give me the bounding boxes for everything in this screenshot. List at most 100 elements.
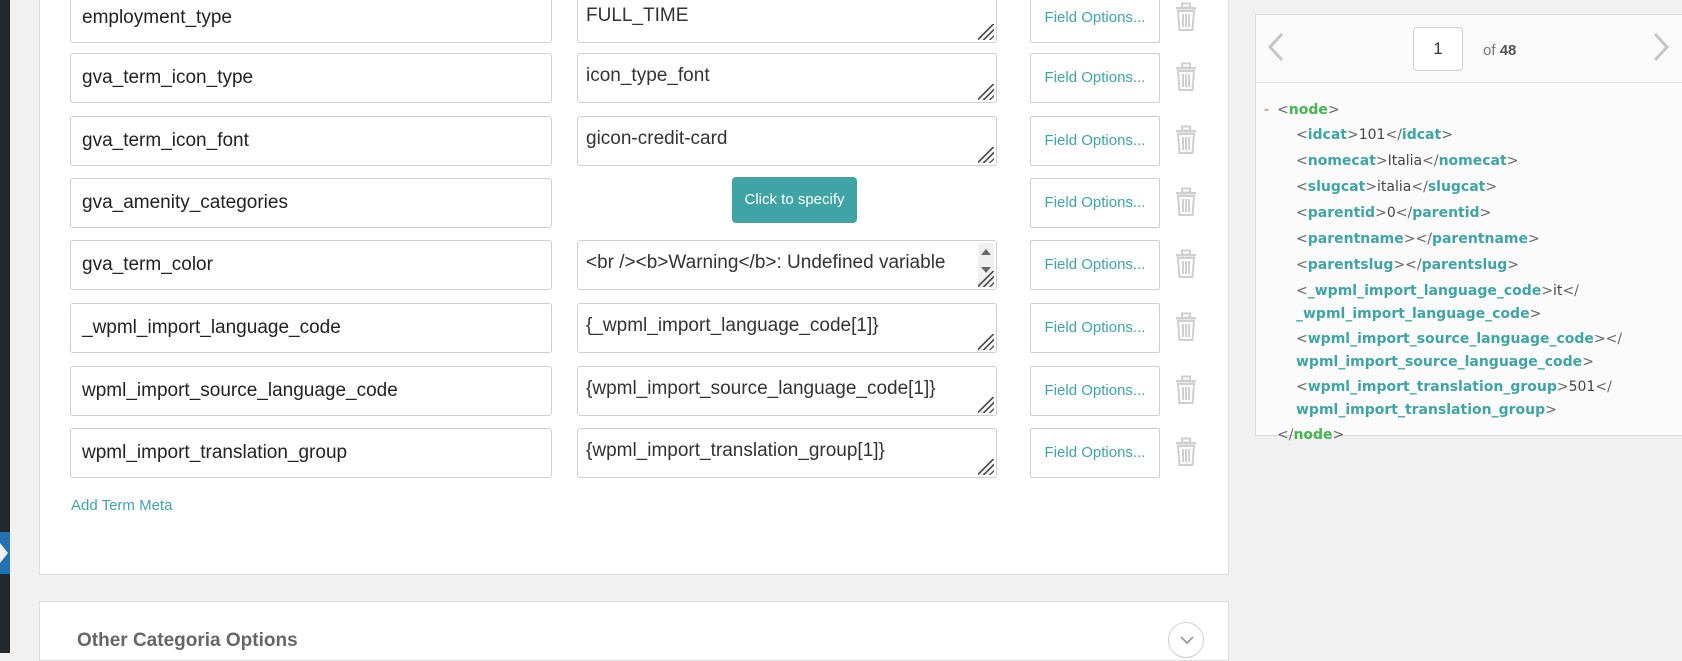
previous-record-icon[interactable]: [1266, 31, 1286, 63]
term-meta-row: gva_term_icon_font gicon-credit-card Field…: [70, 116, 1210, 166]
meta-value-textarea[interactable]: icon_type_font: [577, 53, 997, 103]
admin-menu-collapse-handle[interactable]: [0, 532, 10, 574]
trash-icon[interactable]: [1173, 249, 1199, 279]
xml-element-value: 101: [1358, 127, 1386, 143]
meta-key-input[interactable]: gva_term_icon_type: [70, 53, 552, 103]
xml-element-line-continued: wpml_import_translation_group>: [1296, 402, 1557, 418]
xml-tag-name: wpml_import_source_language_code: [1296, 354, 1583, 370]
xml-element-value: 0: [1386, 205, 1396, 221]
xml-tag-name: slugcat: [1427, 179, 1486, 195]
other-options-title: Other Categoria Options: [77, 630, 298, 651]
resize-handle-icon[interactable]: [978, 24, 994, 40]
xml-root-close: </node>: [1277, 427, 1345, 443]
meta-value-text: FULL_TIME: [586, 5, 689, 26]
field-options-button[interactable]: Field Options...: [1030, 178, 1160, 228]
resize-handle-icon[interactable]: [978, 84, 994, 100]
next-record-icon[interactable]: [1651, 31, 1671, 63]
meta-value-text: {_wpml_import_language_code[1]}: [586, 315, 879, 336]
trash-icon[interactable]: [1173, 62, 1199, 92]
add-term-meta-link[interactable]: Add Term Meta: [71, 497, 172, 514]
term-meta-row: gva_term_color <br /><b>Warning</b>: Unde…: [70, 240, 1210, 290]
xml-element-line: <parentslug></parentslug>: [1296, 257, 1519, 273]
click-to-specify-button[interactable]: Click to specify: [732, 177, 857, 223]
xml-element-line-continued: wpml_import_source_language_code>: [1296, 354, 1594, 370]
trash-icon[interactable]: [1173, 2, 1199, 32]
xml-element-value: Italia: [1387, 153, 1423, 169]
collapse-node-toggle[interactable]: -: [1264, 102, 1269, 118]
meta-key-input[interactable]: employment_type: [70, 0, 552, 43]
xml-element-line: <wpml_import_translation_group>501</: [1296, 379, 1612, 395]
meta-value-text: gicon-credit-card: [586, 128, 728, 149]
trash-icon[interactable]: [1173, 375, 1199, 405]
meta-value-textarea[interactable]: {wpml_import_source_language_code[1]}: [577, 366, 997, 416]
field-options-button[interactable]: Field Options...: [1030, 366, 1160, 416]
chevron-down-icon: [1180, 636, 1194, 645]
scroll-up-icon[interactable]: [981, 249, 991, 255]
field-options-button[interactable]: Field Options...: [1030, 303, 1160, 353]
xml-element-line: <parentname></parentname>: [1296, 231, 1540, 247]
xml-element-value: italia: [1377, 179, 1412, 195]
xml-tag-name: parentid: [1412, 205, 1480, 221]
resize-handle-icon[interactable]: [978, 397, 994, 413]
xml-tag-name: _wpml_import_language_code: [1307, 283, 1542, 299]
xml-element-value: 501: [1568, 379, 1596, 395]
term-meta-row: gva_amenity_categories Click to specify Fi…: [70, 177, 1210, 228]
meta-key-input[interactable]: wpml_import_source_language_code: [70, 366, 552, 416]
field-options-button[interactable]: Field Options...: [1030, 0, 1160, 43]
xml-element-line: <parentid>0</parentid>: [1296, 205, 1492, 221]
meta-key-input[interactable]: gva_term_icon_font: [70, 116, 552, 166]
xml-tag-name: parentname: [1307, 231, 1404, 247]
meta-key-input[interactable]: wpml_import_translation_group: [70, 428, 552, 478]
xml-pagination: 1 of 48: [1256, 15, 1682, 83]
meta-value-text: {wpml_import_translation_group[1]}: [586, 440, 885, 461]
field-options-button[interactable]: Field Options...: [1030, 428, 1160, 478]
xml-element-line: <idcat>101</idcat>: [1296, 127, 1453, 143]
xml-element-line: <slugcat>italia</slugcat>: [1296, 179, 1498, 195]
resize-handle-icon[interactable]: [978, 147, 994, 163]
field-options-button[interactable]: Field Options...: [1030, 116, 1160, 166]
trash-icon[interactable]: [1173, 437, 1199, 467]
meta-key-input[interactable]: gva_term_color: [70, 240, 552, 290]
xml-tag-name: slugcat: [1307, 179, 1366, 195]
term-meta-row: wpml_import_translation_group {wpml_impor…: [70, 428, 1210, 478]
trash-icon[interactable]: [1173, 125, 1199, 155]
trash-icon[interactable]: [1173, 312, 1199, 342]
meta-value-textarea[interactable]: FULL_TIME: [577, 0, 997, 43]
other-options-panel: Other Categoria Options: [39, 601, 1229, 661]
xml-tag-name: _wpml_import_language_code: [1296, 306, 1530, 322]
xml-tag-name: node: [1288, 102, 1328, 118]
resize-handle-icon[interactable]: [978, 459, 994, 475]
xml-tag-name: wpml_import_translation_group: [1296, 402, 1546, 418]
record-total-label: of 48: [1483, 42, 1517, 59]
meta-key-input[interactable]: gva_amenity_categories: [70, 178, 552, 228]
meta-value-textarea[interactable]: {wpml_import_translation_group[1]}: [577, 428, 997, 478]
xml-tag-name: idcat: [1307, 127, 1347, 143]
resize-handle-icon[interactable]: [978, 334, 994, 350]
xml-element-line-continued: _wpml_import_language_code>: [1296, 306, 1542, 322]
xml-root-open: <node>: [1277, 102, 1340, 118]
term-meta-row: gva_term_icon_type icon_type_font Field Op…: [70, 53, 1210, 103]
field-options-button[interactable]: Field Options...: [1030, 53, 1160, 103]
xml-tag-name: wpml_import_source_language_code: [1307, 331, 1594, 347]
xml-tag-name: nomecat: [1307, 153, 1376, 169]
xml-tag-name: wpml_import_translation_group: [1307, 379, 1557, 395]
term-meta-row: wpml_import_source_language_code {wpml_im…: [70, 366, 1210, 416]
trash-icon[interactable]: [1173, 187, 1199, 217]
term-meta-row: employment_type FULL_TIME Field Options...: [70, 0, 1210, 43]
xml-element-line: <_wpml_import_language_code>it</: [1296, 283, 1579, 299]
xml-element-line: <wpml_import_source_language_code></: [1296, 331, 1623, 347]
xml-tag-name: parentid: [1307, 205, 1376, 221]
meta-key-input[interactable]: _wpml_import_language_code: [70, 303, 552, 353]
meta-value-textarea[interactable]: {_wpml_import_language_code[1]}: [577, 303, 997, 353]
xml-tag-name: parentslug: [1421, 257, 1508, 273]
xml-preview-panel: 1 of 48 - <node> <idcat>101</idcat> <nomec…: [1255, 14, 1682, 443]
xml-element-line: <nomecat>Italia</nomecat>: [1296, 153, 1519, 169]
term-meta-row: _wpml_import_language_code {_wpml_import_…: [70, 303, 1210, 353]
meta-value-textarea[interactable]: gicon-credit-card: [577, 116, 997, 166]
xml-tag-name: node: [1293, 427, 1333, 443]
field-options-button[interactable]: Field Options...: [1030, 240, 1160, 290]
record-number-input[interactable]: 1: [1413, 27, 1463, 71]
resize-handle-icon[interactable]: [978, 271, 994, 287]
meta-value-text: icon_type_font: [586, 65, 710, 86]
meta-value-textarea[interactable]: <br /><b>Warning</b>: Undefined variable: [577, 240, 997, 290]
